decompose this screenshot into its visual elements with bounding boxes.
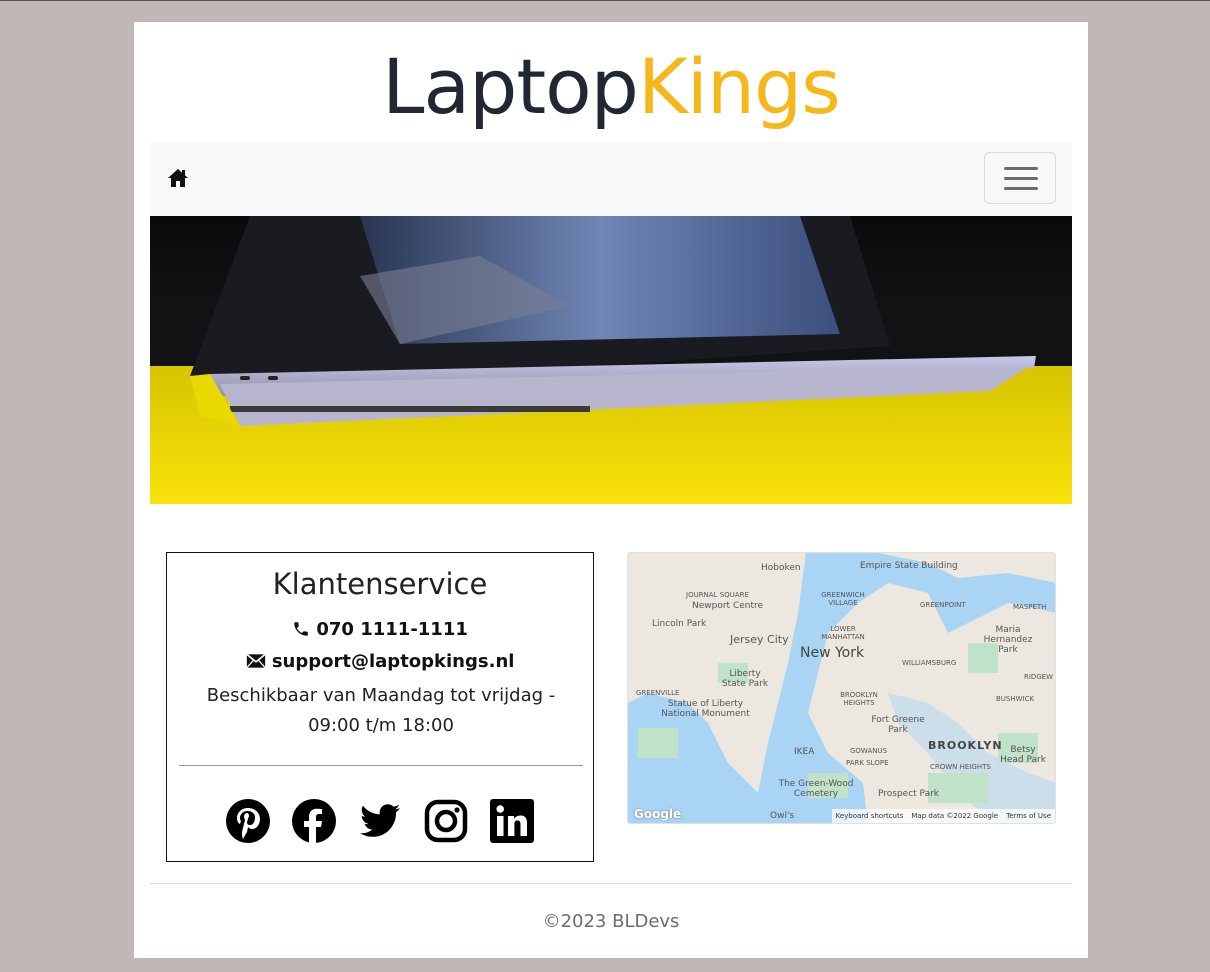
google-map[interactable]: Hoboken Empire State Building JOURNAL SQ… <box>627 552 1056 824</box>
phone-icon <box>294 622 308 636</box>
map-label: Statue of Liberty National Monument <box>661 699 750 719</box>
keyboard-shortcuts-link[interactable]: Keyboard shortcuts <box>836 812 904 820</box>
map-label: WILLIAMSBURG <box>902 659 957 667</box>
map-label: Jersey City <box>730 633 789 646</box>
map-label: The Green-Wood Cemetery <box>778 779 854 799</box>
opening-hours-line2: 09:00 t/m 18:00 <box>308 715 454 736</box>
map-label: BROOKLYN <box>928 739 1003 752</box>
logo-part-laptop: Laptop <box>382 42 639 131</box>
map-label: CROWN HEIGHTS <box>930 763 991 771</box>
opening-hours: Beschikbaar van Maandag tot vrijdag - 09… <box>191 681 571 741</box>
map-attribution: Keyboard shortcuts Map data ©2022 Google… <box>831 809 1055 823</box>
map-label: GREENPOINT <box>920 601 966 609</box>
phone-line[interactable]: 070 1111-1111 <box>167 619 593 640</box>
map-label: Newport Centre <box>692 601 764 611</box>
map-label: IKEA <box>794 747 815 757</box>
map-label: GREENWICH VILLAGE <box>821 591 865 607</box>
map-label: JOURNAL SQUARE <box>686 591 749 599</box>
twitter-icon[interactable] <box>356 797 404 845</box>
map-label: Empire State Building <box>860 561 958 571</box>
phone-number: 070 1111-1111 <box>316 619 468 640</box>
footer-divider <box>150 883 1072 884</box>
hamburger-icon <box>1004 167 1038 170</box>
footer-copyright: ©2023 BLDevs <box>542 911 680 932</box>
hero-image-laptop <box>150 216 1072 504</box>
logo-part-kings: Kings <box>637 42 841 131</box>
customer-service-card: Klantenservice 070 1111-1111 support@lap… <box>166 552 594 862</box>
navbar <box>150 142 1072 216</box>
email-line[interactable]: support@laptopkings.nl <box>167 651 593 672</box>
map-label: New York <box>800 645 865 661</box>
envelope-icon <box>245 653 266 669</box>
map-data-text: Map data ©2022 Google <box>911 812 999 820</box>
map-label: BROOKLYN HEIGHTS <box>840 691 878 707</box>
customer-service-title: Klantenservice <box>272 567 488 601</box>
navbar-toggler-button[interactable] <box>984 152 1056 204</box>
map-label: Prospect Park <box>878 789 940 799</box>
hamburger-icon-line <box>1004 177 1038 180</box>
window-top-border <box>0 0 1210 8</box>
map-label: Betsy Head Park <box>1000 745 1046 765</box>
map-label: Owl's <box>770 811 795 821</box>
card-divider <box>179 765 583 766</box>
map-label: Fort Greene Park <box>871 715 925 735</box>
map-label: Hoboken <box>761 563 801 573</box>
home-icon[interactable] <box>166 166 190 190</box>
map-label: PARK SLOPE <box>846 759 889 767</box>
page-container: LaptopKings Klantenservice 070 1111-1111… <box>134 22 1088 958</box>
map-label: BUSHWICK <box>996 695 1035 703</box>
instagram-icon[interactable] <box>422 797 470 845</box>
social-links <box>167 797 593 845</box>
pinterest-icon[interactable] <box>224 797 272 845</box>
linkedin-icon[interactable] <box>488 797 536 845</box>
map-label: Liberty State Park <box>721 669 769 689</box>
google-logo: Google <box>634 807 682 821</box>
map-label: LOWER MANHATTAN <box>821 625 865 641</box>
map-label: GREENVILLE <box>636 689 680 697</box>
map-label: Lincoln Park <box>652 619 707 629</box>
site-logo[interactable]: LaptopKings <box>134 44 1088 130</box>
email-address: support@laptopkings.nl <box>271 651 515 672</box>
map-label: RIDGEW <box>1024 673 1054 681</box>
laptop-photo <box>150 216 1072 504</box>
opening-hours-line1: Beschikbaar van Maandag tot vrijdag - <box>206 685 556 706</box>
terms-of-use-link[interactable]: Terms of Use <box>1006 812 1051 820</box>
map-label: Maria Hernandez Park <box>983 625 1033 655</box>
map-label: MASPETH <box>1013 603 1047 611</box>
hamburger-icon-line <box>1004 187 1038 190</box>
facebook-icon[interactable] <box>290 797 338 845</box>
map-label: GOWANUS <box>850 747 888 755</box>
